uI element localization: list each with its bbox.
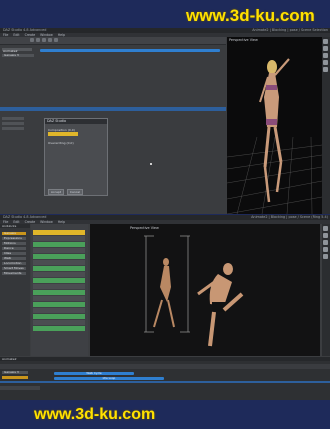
window2-titlebar: DAZ Studio 4.8 Advanced Animate2 | Block… bbox=[0, 215, 330, 220]
window2-status: Animate2 | Blocking | pose / Scene (Ring… bbox=[251, 215, 328, 219]
timeline-controls bbox=[0, 386, 40, 390]
frame-icon[interactable] bbox=[323, 254, 328, 259]
content-library-header: Aniblocks bbox=[0, 224, 30, 228]
library-item-expressions[interactable]: Expressions bbox=[2, 237, 26, 240]
watermark-bottom: www.3d-ku.com bbox=[34, 406, 156, 423]
camera-icon[interactable] bbox=[323, 226, 328, 231]
timeline-label-box: Animate2 bbox=[2, 48, 32, 53]
step-forward-icon[interactable] bbox=[48, 38, 52, 42]
window1-title: DAZ Studio 4.8 Advanced bbox=[3, 28, 47, 32]
watermark-top: www.3d-ku.com bbox=[186, 6, 315, 25]
tag-row[interactable] bbox=[33, 302, 85, 307]
play-icon[interactable] bbox=[30, 38, 34, 42]
zoom-icon[interactable] bbox=[323, 60, 328, 65]
zoom-icon[interactable] bbox=[323, 247, 328, 252]
loop-icon[interactable] bbox=[54, 38, 58, 42]
walk-cycle-block[interactable]: Walk Cycle bbox=[54, 372, 134, 375]
pan-icon[interactable] bbox=[323, 240, 328, 245]
tag-row[interactable] bbox=[33, 248, 85, 253]
library-item-motions[interactable]: Motions bbox=[2, 242, 26, 245]
left-list-item[interactable] bbox=[2, 122, 24, 125]
timeline-ruler[interactable] bbox=[0, 364, 330, 369]
timeline-block-bar[interactable] bbox=[40, 49, 220, 52]
orbit-icon[interactable] bbox=[323, 46, 328, 51]
window2-title: DAZ Studio 4.8 Advanced bbox=[3, 215, 47, 219]
library-item-smart-moves[interactable]: Smart Moves bbox=[2, 267, 26, 270]
tag-row[interactable] bbox=[33, 260, 85, 265]
camera-icon[interactable] bbox=[323, 39, 328, 44]
tag-row[interactable] bbox=[33, 266, 85, 271]
accept-button[interactable]: Accept bbox=[48, 189, 64, 195]
left-list-item[interactable] bbox=[2, 117, 24, 120]
daz-dialog: DAZ Studio Composition (0,0) Overwriting… bbox=[44, 118, 108, 196]
daz-window-2: DAZ Studio 4.8 Advanced Animate2 | Block… bbox=[0, 215, 330, 400]
left-list-item[interactable] bbox=[2, 127, 24, 130]
aniblock-tag-panel bbox=[31, 224, 88, 356]
window1-titlebar: DAZ Studio 4.8 Advanced Animate2 | Block… bbox=[0, 28, 330, 33]
viewport-2-label: Perspective View bbox=[130, 226, 159, 230]
content-library-panel: Aniblocks Genesis Expressions Motions Da… bbox=[0, 224, 30, 356]
track-row[interactable]: Genesis 3 bbox=[2, 54, 34, 57]
tag-strip bbox=[0, 107, 226, 111]
tag-row[interactable] bbox=[33, 326, 85, 331]
tag-row[interactable] bbox=[33, 230, 85, 235]
tag-row[interactable] bbox=[33, 296, 85, 301]
viewport-2[interactable]: Perspective View bbox=[90, 224, 320, 356]
library-item-dance[interactable]: Dance bbox=[2, 247, 26, 250]
orbit-icon[interactable] bbox=[323, 233, 328, 238]
library-item-genesis[interactable]: Genesis bbox=[2, 232, 26, 235]
male-figure bbox=[197, 263, 244, 347]
daz-window-1: DAZ Studio 4.8 Advanced Animate2 | Block… bbox=[0, 28, 330, 214]
female-figure bbox=[259, 58, 290, 203]
viewport-1-side-tools bbox=[322, 37, 330, 214]
tag-row[interactable] bbox=[33, 308, 85, 313]
tag-row[interactable] bbox=[33, 284, 85, 289]
mouse-cursor bbox=[150, 163, 152, 165]
step-back-icon[interactable] bbox=[42, 38, 46, 42]
window1-workspace: Animate2 Genesis 3 DAZ Studio Compositio… bbox=[0, 37, 226, 214]
tag-row[interactable] bbox=[33, 236, 85, 241]
tag-row[interactable] bbox=[33, 272, 85, 277]
window1-toolbar bbox=[0, 37, 226, 45]
library-item-locomotion[interactable]: Locomotion bbox=[2, 262, 26, 265]
dialog-title: DAZ Studio bbox=[45, 119, 107, 124]
tag-row[interactable] bbox=[33, 242, 85, 247]
tag-row[interactable] bbox=[33, 254, 85, 259]
viewport-1-label: Perspective View bbox=[229, 38, 258, 42]
tag-row[interactable] bbox=[33, 320, 85, 325]
playhead-strip bbox=[0, 381, 330, 383]
tag-row[interactable] bbox=[33, 290, 85, 295]
timeline-tab[interactable]: Animate2 bbox=[0, 357, 330, 361]
stop-icon[interactable] bbox=[36, 38, 40, 42]
dialog-field1-input[interactable] bbox=[48, 132, 78, 136]
tag-row[interactable] bbox=[33, 278, 85, 283]
dialog-field2-label: Overwriting (0,0) bbox=[48, 141, 74, 145]
pan-icon[interactable] bbox=[323, 53, 328, 58]
idle-loop-block[interactable]: Idle Loop bbox=[54, 377, 164, 380]
cancel-button[interactable]: Cancel bbox=[67, 189, 83, 195]
frame-icon[interactable] bbox=[323, 67, 328, 72]
library-item-walk[interactable]: Walk bbox=[2, 257, 26, 260]
aniblock-timeline: Animate2 Genesis 3 Walk Cycle Idle Loop bbox=[0, 357, 330, 400]
window1-status: Animate2 | Blocking | pose / Scene Selec… bbox=[252, 28, 328, 32]
track-header-2[interactable] bbox=[2, 376, 28, 379]
library-item-idles[interactable]: Idles bbox=[2, 252, 26, 255]
track-header[interactable]: Genesis 3 bbox=[2, 371, 28, 374]
tag-row[interactable] bbox=[33, 314, 85, 319]
library-item-movements[interactable]: Movements bbox=[2, 272, 26, 275]
viewport-1[interactable]: Perspective View bbox=[227, 37, 322, 214]
viewport-2-side-tools bbox=[322, 224, 330, 356]
